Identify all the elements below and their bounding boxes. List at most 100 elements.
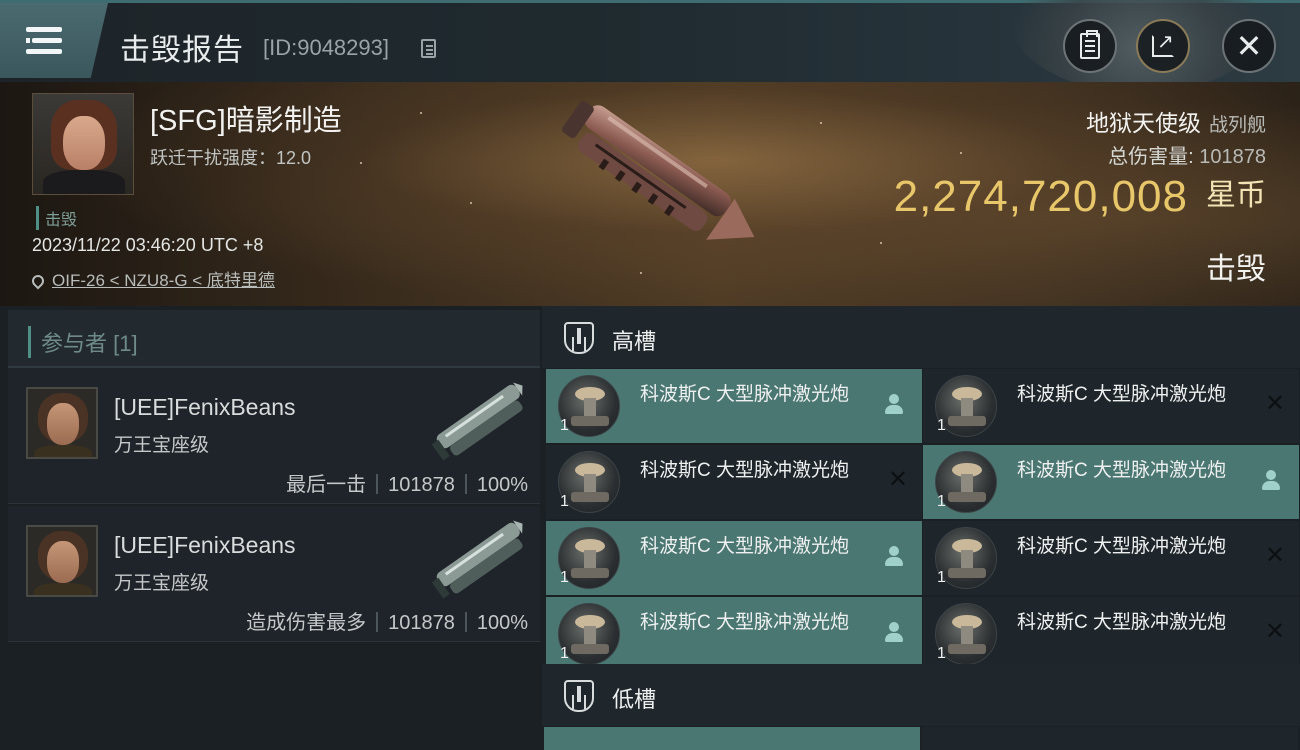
icon-part: [948, 568, 986, 578]
module-name: 科波斯C 大型脉冲激光炮: [1017, 536, 1227, 557]
clipboard-button[interactable]: [1063, 19, 1117, 73]
clipboard-icon: [1080, 30, 1100, 59]
star: [820, 122, 822, 124]
x-icon: ✕: [1264, 542, 1285, 569]
module-name: 科波斯C 大型脉冲激光炮: [1017, 612, 1227, 633]
module-slot[interactable]: 1 科波斯C 大型脉冲激光炮: [546, 597, 922, 671]
module-name: 科波斯C 大型脉冲激光炮: [1017, 384, 1227, 405]
low-slot-module-partial[interactable]: [922, 727, 1298, 750]
avatar-body: [34, 445, 92, 457]
participant-row[interactable]: [UEE]FenixBeans 万王宝座级 造成伤害最多 101878 100%: [8, 506, 540, 642]
module-quantity: 1: [560, 493, 569, 510]
participant-ship: 万王宝座级: [114, 435, 210, 456]
isk-amount: 2,274,720,008: [893, 172, 1188, 221]
module-slot[interactable]: 1 科波斯C 大型脉冲激光炮: [546, 369, 922, 443]
person-icon: [1261, 470, 1281, 492]
kill-datetime: 2023/11/22 03:46:20 UTC +8: [32, 235, 264, 255]
person-icon: [884, 546, 904, 568]
icon-part: [948, 492, 986, 502]
module-quantity: 1: [937, 645, 946, 662]
kill-summary-banner: [SFG]暗影制造 跃迁干扰强度：12.0 击毁 2023/11/22 03:4…: [0, 82, 1300, 306]
damage-label: 总伤害量:: [1108, 146, 1194, 168]
module-slot[interactable]: 1 科波斯C 大型脉冲激光炮: [923, 445, 1299, 519]
separator: [376, 612, 379, 632]
icon-part: [571, 492, 609, 502]
star: [640, 272, 642, 274]
module-slot[interactable]: 1 科波斯C 大型脉冲激光炮: [546, 521, 922, 595]
module-quantity: 1: [937, 417, 946, 434]
participant-ship: 万王宝座级: [114, 573, 210, 594]
total-damage: 总伤害量: 101878: [1108, 140, 1266, 169]
low-slot-module-partial[interactable]: [544, 727, 920, 750]
hamburger-icon-bar: [32, 38, 62, 43]
map-pin-icon: [29, 272, 47, 290]
high-slot-header: 高槽: [542, 306, 1300, 368]
module-quantity: 1: [560, 569, 569, 586]
icon-part: [948, 644, 986, 654]
report-id: [ID:9048293]: [263, 35, 389, 60]
copy-icon[interactable]: [421, 39, 436, 58]
participant-avatar[interactable]: [26, 387, 98, 459]
participant-row[interactable]: [UEE]FenixBeans 万王宝座级 最后一击 101878 100%: [8, 368, 540, 504]
participant-name: [UEE]FenixBeans: [114, 532, 296, 558]
avatar-face: [47, 541, 79, 583]
top-bar: 击毁报告 [ID:9048293] ✕: [0, 0, 1300, 93]
participant-stats: 造成伤害最多 101878 100%: [246, 606, 528, 635]
module-name: 科波斯C 大型脉冲激光炮: [640, 460, 850, 481]
close-button[interactable]: ✕: [1222, 19, 1276, 73]
kill-outcome: 击毁: [1206, 253, 1266, 286]
module-slot[interactable]: 1 科波斯C 大型脉冲激光炮 ✕: [923, 369, 1299, 443]
menu-button[interactable]: [0, 3, 108, 78]
kill-location[interactable]: OIF-26 < NZU8-G < 底特里德: [29, 266, 275, 291]
page-title: 击毁报告: [120, 34, 244, 67]
participant-percent: 100%: [476, 612, 528, 634]
star: [360, 162, 362, 164]
star: [880, 242, 882, 244]
module-name: 科波斯C 大型脉冲激光炮: [640, 384, 850, 405]
status-tag: 击毁: [36, 206, 77, 230]
participant-damage: 101878: [388, 612, 455, 634]
low-slot-label: 低槽: [612, 687, 657, 712]
x-icon: ✕: [1264, 390, 1285, 417]
ship-class: 战列舰: [1208, 115, 1266, 136]
person-icon: [884, 622, 904, 644]
module-slot[interactable]: 1 科波斯C 大型脉冲激光炮 ✕: [923, 597, 1299, 671]
location-link[interactable]: OIF-26 < NZU8-G < 底特里德: [52, 271, 275, 290]
separator: [464, 612, 467, 632]
avatar-body: [43, 170, 125, 194]
hamburger-icon-bar: [26, 49, 62, 54]
module-name: 科波斯C 大型脉冲激光炮: [1017, 460, 1227, 481]
separator: [376, 474, 379, 494]
participant-percent: 100%: [476, 474, 528, 496]
person-icon: [884, 394, 904, 416]
avatar-face: [63, 116, 105, 170]
share-button[interactable]: [1136, 19, 1190, 73]
hamburger-icon: [26, 27, 62, 32]
participant-name: [UEE]FenixBeans: [114, 394, 296, 420]
victim-ship-name[interactable]: 地狱天使级 战列舰: [1086, 104, 1266, 138]
avatar-face: [47, 403, 79, 445]
share-icon: [1152, 29, 1174, 57]
participant-avatar[interactable]: [26, 525, 98, 597]
damage-value: 101878: [1199, 146, 1266, 168]
icon-part: [571, 644, 609, 654]
isk-unit: 星币: [1206, 179, 1266, 212]
participant-ship-image: [431, 382, 523, 461]
participant-stats: 最后一击 101878 100%: [286, 468, 528, 497]
module-slot[interactable]: 1 科波斯C 大型脉冲激光炮 ✕: [546, 445, 922, 519]
participant-ship-image: [431, 520, 523, 599]
victim-avatar[interactable]: [32, 93, 134, 195]
icon-part: [571, 416, 609, 426]
low-slot-header: 低槽: [542, 664, 1300, 726]
victim-pilot-name[interactable]: [SFG]暗影制造: [150, 97, 342, 139]
victim-ship-image: [562, 100, 755, 240]
module-quantity: 1: [560, 417, 569, 434]
icon-part: [571, 568, 609, 578]
x-icon: ✕: [1264, 618, 1285, 645]
module-name: 科波斯C 大型脉冲激光炮: [640, 536, 850, 557]
avatar-body: [34, 583, 92, 595]
separator: [464, 474, 467, 494]
module-name: 科波斯C 大型脉冲激光炮: [640, 612, 850, 633]
module-slot[interactable]: 1 科波斯C 大型脉冲激光炮 ✕: [923, 521, 1299, 595]
isk-value: 2,274,720,008 星币: [894, 170, 1266, 222]
